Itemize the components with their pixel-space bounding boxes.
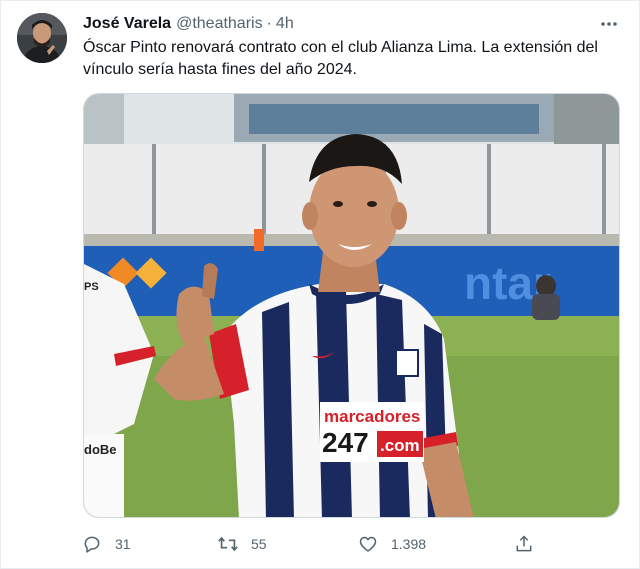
tweet-photo[interactable]: ntar doBe PS marcadores 247 .com [83,93,620,518]
tweet-header: José Varela @theatharis · 4h [83,13,294,35]
tweet-time[interactable]: 4h [276,15,294,33]
author-handle[interactable]: @theatharis [176,15,263,33]
retweet-icon [217,533,239,555]
jersey-sponsor-top: marcadores [324,407,420,426]
tweet-text: Óscar Pinto renovará contrato con el clu… [83,39,598,78]
separator-dot: · [266,15,272,32]
avatar[interactable] [17,13,67,63]
reply-button[interactable]: 31 [81,531,131,557]
more-options-button[interactable] [597,13,621,35]
share-icon [513,533,535,555]
retweet-button[interactable]: 55 [217,531,267,557]
jersey-sponsor-dotcom: .com [380,436,420,455]
jersey-sponsor-num: 247 [322,427,369,458]
reply-icon [81,533,103,555]
retweet-count: 55 [251,536,267,552]
tweet-card[interactable]: José Varela @theatharis · 4h Óscar Pinto… [0,0,640,569]
share-button[interactable] [513,531,535,557]
shorts-text: PS [84,281,99,293]
sleeve-text: doBe [84,442,117,457]
tweet-actions: 31 55 1.398 [81,531,551,557]
like-button[interactable]: 1.398 [357,531,426,557]
more-icon [601,22,617,26]
author-name[interactable]: José Varela [83,15,171,33]
reply-count: 31 [115,536,131,552]
like-count: 1.398 [391,536,427,552]
heart-icon [357,533,379,555]
